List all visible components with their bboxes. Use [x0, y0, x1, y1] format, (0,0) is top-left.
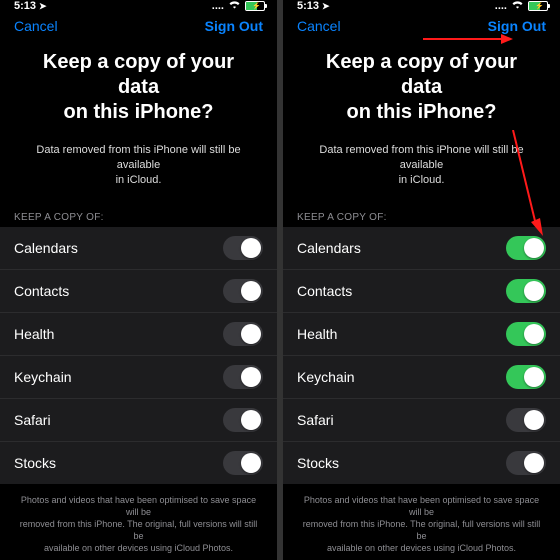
row-safari: Safari	[283, 399, 560, 442]
nav-bar: Cancel Sign Out	[0, 12, 277, 42]
status-dots: ....	[212, 0, 224, 12]
nav-bar: Cancel Sign Out	[283, 12, 560, 42]
row-label: Keychain	[14, 369, 72, 385]
row-label: Calendars	[14, 240, 78, 256]
status-bar: 5:13 ➤ .... ⚡	[283, 0, 560, 12]
data-list: Calendars Contacts Health Keychain Safar…	[283, 227, 560, 484]
toggle-health[interactable]	[506, 322, 546, 346]
row-stocks: Stocks	[283, 442, 560, 484]
section-header: Keep a copy of:	[0, 206, 277, 227]
toggle-calendars[interactable]	[223, 236, 263, 260]
row-keychain: Keychain	[283, 356, 560, 399]
row-keychain: Keychain	[0, 356, 277, 399]
row-label: Keychain	[297, 369, 355, 385]
row-safari: Safari	[0, 399, 277, 442]
row-stocks: Stocks	[0, 442, 277, 484]
row-label: Health	[297, 326, 337, 342]
wifi-icon	[228, 0, 241, 12]
row-label: Health	[14, 326, 54, 342]
toggle-health[interactable]	[223, 322, 263, 346]
page-subtitle: Data removed from this iPhone will still…	[0, 137, 277, 206]
row-contacts: Contacts	[283, 270, 560, 313]
screenshot-right: 5:13 ➤ .... ⚡ Cancel Sign Out Keep a cop…	[283, 0, 560, 560]
toggle-keychain[interactable]	[506, 365, 546, 389]
section-header: Keep a copy of:	[283, 206, 560, 227]
toggle-keychain[interactable]	[223, 365, 263, 389]
location-icon: ➤	[322, 1, 330, 12]
row-label: Stocks	[14, 455, 56, 471]
row-calendars: Calendars	[283, 227, 560, 270]
row-calendars: Calendars	[0, 227, 277, 270]
battery-icon: ⚡	[528, 1, 548, 11]
toggle-safari[interactable]	[223, 408, 263, 432]
screenshot-left: 5:13 ➤ .... ⚡ Cancel Sign Out Keep a cop…	[0, 0, 277, 560]
footer-text: Photos and videos that have been optimis…	[283, 484, 560, 560]
status-bar: 5:13 ➤ .... ⚡	[0, 0, 277, 12]
battery-icon: ⚡	[245, 1, 265, 11]
row-label: Safari	[297, 412, 334, 428]
page-title: Keep a copy of your data on this iPhone?	[283, 42, 560, 137]
status-time: 5:13	[297, 0, 319, 12]
row-contacts: Contacts	[0, 270, 277, 313]
row-label: Contacts	[297, 283, 352, 299]
sign-out-button[interactable]: Sign Out	[488, 18, 546, 34]
toggle-stocks[interactable]	[506, 451, 546, 475]
page-subtitle: Data removed from this iPhone will still…	[283, 137, 560, 206]
toggle-calendars[interactable]	[506, 236, 546, 260]
toggle-contacts[interactable]	[223, 279, 263, 303]
toggle-stocks[interactable]	[223, 451, 263, 475]
page-title: Keep a copy of your data on this iPhone?	[0, 42, 277, 137]
row-label: Contacts	[14, 283, 69, 299]
toggle-safari[interactable]	[506, 408, 546, 432]
row-label: Safari	[14, 412, 51, 428]
status-dots: ....	[495, 0, 507, 12]
row-health: Health	[283, 313, 560, 356]
sign-out-button[interactable]: Sign Out	[205, 18, 263, 34]
wifi-icon	[511, 0, 524, 12]
status-time: 5:13	[14, 0, 36, 12]
data-list: Calendars Contacts Health Keychain Safar…	[0, 227, 277, 484]
toggle-contacts[interactable]	[506, 279, 546, 303]
row-label: Stocks	[297, 455, 339, 471]
footer-text: Photos and videos that have been optimis…	[0, 484, 277, 560]
row-health: Health	[0, 313, 277, 356]
cancel-button[interactable]: Cancel	[297, 18, 341, 34]
cancel-button[interactable]: Cancel	[14, 18, 58, 34]
row-label: Calendars	[297, 240, 361, 256]
location-icon: ➤	[39, 1, 47, 12]
